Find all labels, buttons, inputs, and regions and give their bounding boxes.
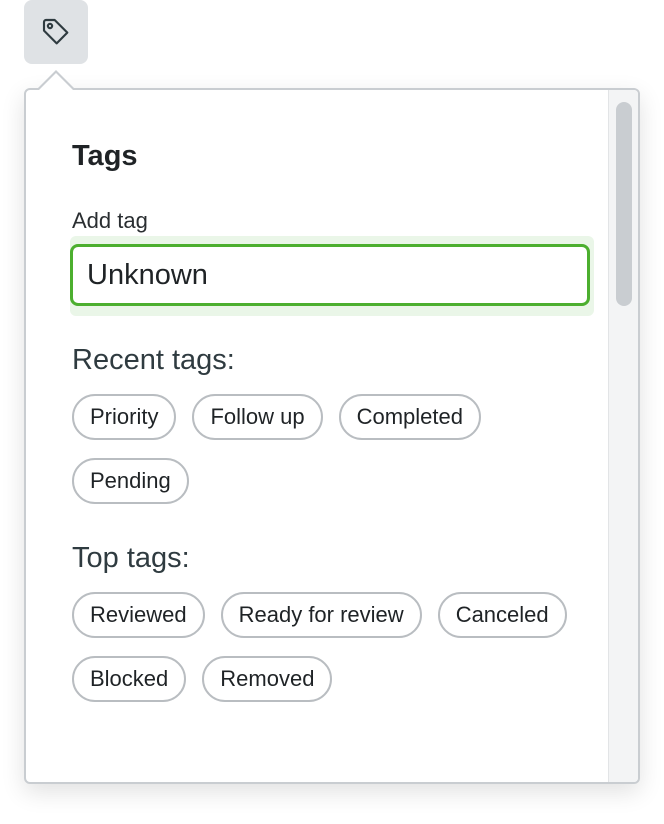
top-tag-chip[interactable]: Reviewed xyxy=(72,592,205,638)
top-tag-chip[interactable]: Ready for review xyxy=(220,592,422,638)
add-tag-focus-ring xyxy=(70,236,594,316)
add-tag-label: Add tag xyxy=(72,208,148,233)
popover-arrow-fill xyxy=(39,73,73,90)
popover-title: Tags xyxy=(72,140,138,172)
recent-tag-chip[interactable]: Follow up xyxy=(192,394,323,440)
tag-icon xyxy=(42,18,69,45)
scrollbar-thumb[interactable] xyxy=(616,102,632,306)
add-tag-input[interactable] xyxy=(70,244,590,306)
tags-popover: Tags Add tag Recent tags: Priority Follo… xyxy=(24,88,640,784)
top-tag-chip[interactable]: Removed xyxy=(202,656,333,702)
recent-tag-chip[interactable]: Pending xyxy=(72,458,189,504)
popover-scrollbar[interactable] xyxy=(608,90,638,782)
top-tag-chip[interactable]: Blocked xyxy=(72,656,187,702)
recent-tag-chip[interactable]: Priority xyxy=(72,394,177,440)
recent-tag-chip[interactable]: Completed xyxy=(338,394,481,440)
top-tags-list: Reviewed Ready for review Canceled Block… xyxy=(72,592,592,702)
top-tags-heading: Top tags: xyxy=(72,542,190,574)
tags-toggle-button[interactable] xyxy=(24,0,88,64)
top-tag-chip[interactable]: Canceled xyxy=(437,592,567,638)
recent-tags-heading: Recent tags: xyxy=(72,344,235,376)
recent-tags-list: Priority Follow up Completed Pending xyxy=(72,394,592,504)
